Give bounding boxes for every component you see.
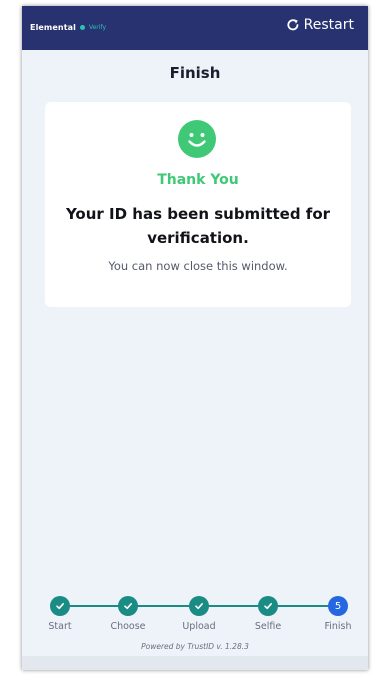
brand-name: Elemental: [30, 22, 76, 32]
step-label: Selfie: [254, 621, 282, 632]
app-screen: Elemental Verify Restart Finish Thank Yo…: [22, 6, 368, 670]
brand-logo: Elemental Verify: [30, 21, 106, 33]
check-icon: [258, 596, 278, 616]
powered-by-text: Powered by TrustID v. 1.28.3: [141, 642, 249, 651]
smiley-icon: [178, 120, 216, 158]
restart-icon: [286, 18, 300, 32]
check-icon: [118, 596, 138, 616]
step-label: Finish: [324, 621, 352, 632]
close-window-hint: You can now close this window.: [108, 259, 288, 273]
restart-button[interactable]: Restart: [286, 17, 354, 33]
step-label: Choose: [110, 621, 146, 632]
check-icon: [189, 596, 209, 616]
brand-subtitle: Verify: [88, 23, 106, 31]
brand-dot-icon: [79, 24, 85, 30]
confirmation-card: Thank You Your ID has been submitted for…: [45, 102, 351, 307]
step-start: Start: [30, 594, 90, 632]
submission-message: Your ID has been submitted for verificat…: [65, 205, 331, 247]
progress-stepper: Start Choose Upload Selfie 5 Finish: [22, 594, 368, 638]
step-label: Start: [48, 621, 72, 632]
step-finish: 5 Finish: [308, 594, 368, 632]
restart-label: Restart: [303, 17, 354, 33]
step-number: 5: [328, 596, 348, 616]
check-icon: [50, 596, 70, 616]
step-upload: Upload: [169, 594, 229, 632]
step-selfie: Selfie: [238, 594, 298, 632]
step-label: Upload: [182, 621, 216, 632]
page-title: Finish: [169, 64, 221, 82]
thank-you-heading: Thank You: [157, 172, 239, 188]
step-choose: Choose: [98, 594, 158, 632]
bottom-band: [22, 656, 368, 670]
header-bar: Elemental Verify Restart: [22, 6, 368, 50]
